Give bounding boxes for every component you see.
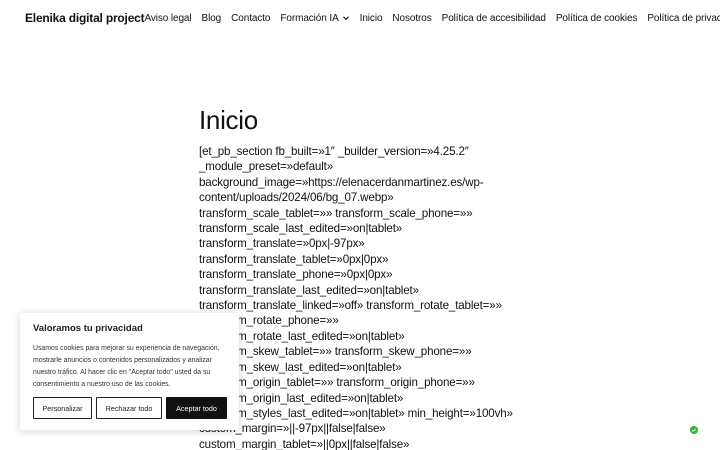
nav-item-inicio[interactable]: Inicio — [360, 13, 383, 24]
nav-label: Inicio — [359, 12, 383, 24]
content-line: transform_scale_last_edited=»on|tablet» — [199, 222, 403, 236]
cookie-text-line: Usamos cookies para mejorar su experienc… — [33, 345, 220, 352]
nav-label: Política de cookies — [555, 12, 638, 24]
content-line: transform_translate_last_edited=»on|tabl… — [199, 283, 419, 297]
main-nav: Aviso legal Blog Contacto Formación IA I… — [144, 13, 720, 24]
content-line: transform_rotate_phone=»» — [199, 314, 339, 328]
content-line: transform_origin_last_edited=»on|tablet» — [199, 391, 404, 405]
content-line: [et_pb_section fb_built=»1″ _builder_ver… — [199, 145, 469, 158]
status-badge-icon[interactable] — [690, 426, 698, 434]
content-line: transform_translate=»0px|-97px» — [199, 237, 365, 251]
nav-item-contacto[interactable]: Contacto — [231, 13, 270, 24]
nav-item-formacion-ia[interactable]: Formación IA — [280, 13, 349, 24]
cookie-text-line: nuestro tráfico. Al hacer clic en "Acept… — [33, 369, 211, 376]
cookie-text-line: consentimiento a nuestro uso de las cook… — [33, 381, 171, 388]
chevron-down-icon — [342, 16, 349, 21]
content-line: transform_skew_last_edited=»on|tablet» — [199, 360, 402, 374]
content-line: transform_rotate_last_edited=»on|tablet» — [199, 329, 405, 343]
content-line: custom_margin_tablet=»||0px||false|false… — [199, 437, 410, 450]
reject-all-button[interactable]: Rechazar todo — [96, 397, 162, 419]
main-content: Inicio [et_pb_section fb_built=»1″ _buil… — [199, 104, 539, 450]
content-line: transform_origin_tablet=»» transform_ori… — [199, 376, 475, 390]
nav-label: Contacto — [231, 12, 271, 24]
customize-cookies-button[interactable]: Personalizar — [33, 397, 92, 419]
nav-label: Blog — [201, 12, 222, 24]
nav-item-politica-privacidad[interactable]: Política de privacidad — [647, 13, 720, 24]
content-line: transform_skew_tablet=»» transform_skew_… — [199, 345, 472, 359]
cookie-banner-title: Valoramos tu privacidad — [33, 323, 143, 334]
content-line: custom_margin=»||-97px||false|false» — [199, 422, 386, 436]
nav-item-nosotros[interactable]: Nosotros — [392, 13, 431, 24]
nav-label: Formación IA — [280, 12, 339, 24]
cookie-button-group: Personalizar Rechazar todo Aceptar todo — [33, 397, 227, 419]
nav-item-politica-cookies[interactable]: Política de cookies — [555, 12, 638, 24]
content-line: transform_translate_tablet=»0px|0px» — [199, 252, 389, 266]
content-line: transform_translate_phone=»0px|0px» — [199, 268, 393, 282]
nav-item-aviso-legal[interactable]: Aviso legal — [144, 13, 191, 24]
accept-all-button[interactable]: Aceptar todo — [166, 397, 227, 419]
content-line: transform_styles_last_edited=»on|tablet»… — [199, 406, 513, 420]
site-title[interactable]: Elenika digital project — [25, 11, 145, 25]
nav-label: Política de accesibilidad — [441, 12, 546, 24]
content-line: background_image=»https://elenacerdanmar… — [199, 175, 484, 189]
nav-label: Aviso legal — [144, 12, 192, 24]
shortcode-text: [et_pb_section fb_built=»1″ _builder_ver… — [199, 144, 539, 450]
content-line: content/uploads/2024/06/bg_07.webp» — [199, 191, 394, 205]
page-title: Inicio — [199, 105, 258, 135]
cookie-banner-text: Usamos cookies para mejorar su experienc… — [33, 343, 226, 391]
content-line: transform_translate_linked=»off» transfo… — [199, 299, 502, 313]
cookie-consent-banner: Valoramos tu privacidad Usamos cookies p… — [20, 313, 239, 430]
content-line: _module_preset=»default» — [199, 160, 334, 174]
nav-item-politica-accesibilidad[interactable]: Política de accesibilidad — [442, 13, 546, 24]
nav-label: Nosotros — [392, 12, 432, 24]
nav-label: Política de privacidad — [647, 12, 720, 24]
content-line: transform_scale_tablet=»» transform_scal… — [199, 206, 473, 220]
nav-item-blog[interactable]: Blog — [202, 13, 222, 24]
site-header: Elenika digital project Aviso legal Blog… — [0, 0, 720, 36]
check-icon — [691, 428, 697, 432]
cookie-text-line: mostrarle anuncios o contenidos personal… — [33, 357, 212, 364]
